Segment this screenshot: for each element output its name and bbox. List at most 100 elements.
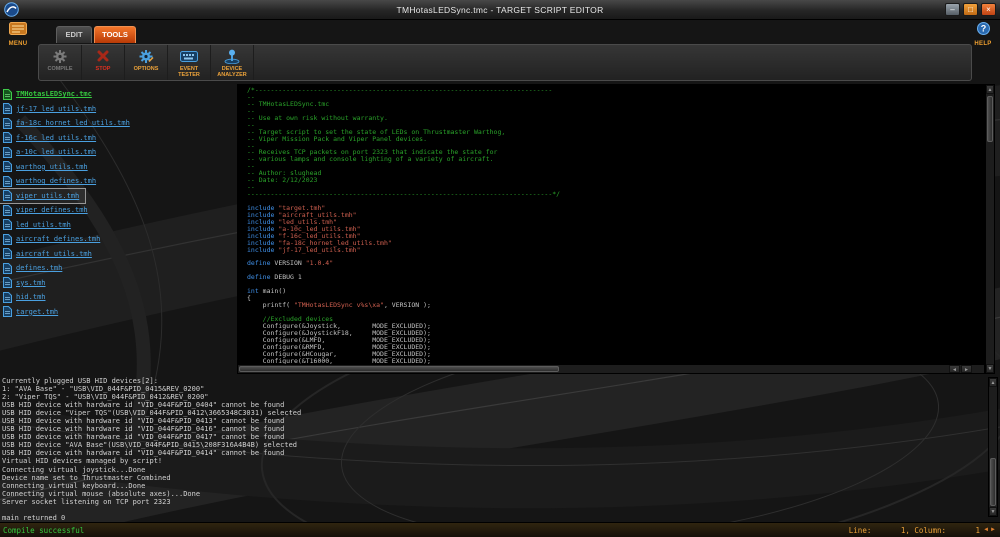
file-name: warthog_utils.tmh xyxy=(16,162,88,171)
editor-vertical-scrollbar[interactable]: ▲ ▼ xyxy=(985,84,995,374)
console-vertical-scrollbar[interactable]: ▲ ▼ xyxy=(988,377,998,517)
options-button[interactable]: OPTIONS xyxy=(125,45,168,80)
file-list-item[interactable]: viper_defines.tmh xyxy=(0,203,94,218)
console-line: 1: "AVA Base" - "USB\VID_044F&PID_0415&R… xyxy=(2,385,205,394)
file-name: TMHotasLEDSync.tmc xyxy=(16,90,92,99)
editor-vscroll-thumb[interactable] xyxy=(987,96,993,142)
file-name: f-16c_led_utils.tmh xyxy=(16,133,97,142)
code-line: printf( "TMHotasLEDSync v%s\xa", VERSION… xyxy=(247,301,431,310)
stop-button[interactable]: STOP xyxy=(82,45,125,80)
console-line: Server socket listening on TCP port 2323 xyxy=(2,497,171,506)
document-icon xyxy=(3,248,12,260)
console-output: Currently plugged USB HID devices[2]: 1: … xyxy=(0,375,986,522)
console-line: Device name set to Thrustmaster Combined xyxy=(2,473,171,482)
code-line: -- Author: slughead xyxy=(247,169,322,178)
file-list-item[interactable]: TMHotasLEDSync.tmc xyxy=(0,87,98,102)
tab-edit[interactable]: EDIT xyxy=(56,26,92,43)
file-name: sys.tmh xyxy=(16,278,46,287)
file-list-item[interactable]: led_utils.tmh xyxy=(0,218,77,233)
scroll-down-icon[interactable]: ▼ xyxy=(989,507,997,516)
event-tester-button[interactable]: EVENT TESTER xyxy=(168,45,211,80)
maximize-button[interactable]: □ xyxy=(963,3,978,16)
document-icon xyxy=(3,175,12,187)
options-label: OPTIONS xyxy=(133,66,159,72)
compile-button[interactable]: COMPILE xyxy=(39,45,82,80)
file-name: target.tmh xyxy=(16,307,59,316)
code-line: -- xyxy=(247,162,255,171)
help-icon: ? xyxy=(976,22,990,39)
status-bar: Compile successful Line: 1 , Column: 1 ◄… xyxy=(0,522,1000,537)
document-icon xyxy=(3,88,12,100)
code-line: -- various lamps and console lighting of… xyxy=(247,155,494,164)
file-list-item[interactable]: f-16c_led_utils.tmh xyxy=(0,131,102,146)
keyboard-icon xyxy=(180,48,198,64)
file-list-item[interactable]: viper_utils.tmh xyxy=(0,187,87,204)
help-button[interactable]: ? HELP xyxy=(969,22,997,47)
editor-hscroll-thumb[interactable] xyxy=(239,366,559,372)
code-editor[interactable]: /*--------------------------------------… xyxy=(237,84,985,364)
code-line: define VERSION "1.0.4" xyxy=(247,259,334,268)
code-line: -- Use at own risk without warranty. xyxy=(247,113,388,122)
code-line: include "jf-17_led_utils.tmh" xyxy=(247,245,361,254)
console-line: USB HID device with hardware id "VID_044… xyxy=(2,449,285,458)
document-icon xyxy=(3,306,12,318)
file-name: jf-17_led_utils.tmh xyxy=(16,104,97,113)
device-analyzer-button[interactable]: DEVICE ANALYZER xyxy=(211,45,254,80)
code-line: /*--------------------------------------… xyxy=(247,86,553,94)
tab-tools[interactable]: TOOLS xyxy=(94,26,136,43)
code-line: -- TMHotasLEDSync.tmc xyxy=(247,99,330,108)
file-list-item[interactable]: defines.tmh xyxy=(0,261,68,276)
document-icon xyxy=(3,219,12,231)
code-line: include "aircraft_utils.tmh" xyxy=(247,210,357,219)
code-line: ----------------------------------------… xyxy=(247,190,561,199)
file-list-item[interactable]: jf-17_led_utils.tmh xyxy=(0,102,102,117)
file-list-item[interactable]: warthog_utils.tmh xyxy=(0,160,94,175)
file-name: led_utils.tmh xyxy=(16,220,71,229)
editor-horizontal-scrollbar[interactable]: ◄ ► xyxy=(237,364,985,374)
scroll-right-icon[interactable]: ► xyxy=(961,365,972,373)
file-list-item[interactable]: warthog_defines.tmh xyxy=(0,174,102,189)
scroll-down-icon[interactable]: ▼ xyxy=(986,364,994,373)
file-list-item[interactable]: a-10c_led_utils.tmh xyxy=(0,145,102,160)
options-gear-icon xyxy=(138,48,154,64)
file-list-item[interactable]: aircraft_utils.tmh xyxy=(0,247,98,262)
code-area: /*--------------------------------------… xyxy=(247,87,985,364)
close-button[interactable]: × xyxy=(981,3,996,16)
help-label: HELP xyxy=(974,41,992,47)
file-name: viper_utils.tmh xyxy=(16,191,80,200)
file-name: aircraft_defines.tmh xyxy=(16,235,101,244)
minimize-button[interactable]: – xyxy=(945,3,960,16)
file-list-item[interactable]: sys.tmh xyxy=(0,276,52,291)
compile-label: COMPILE xyxy=(47,66,73,72)
code-line: -- Viper Mission Pack and Viper Panel de… xyxy=(247,134,428,143)
document-icon xyxy=(3,233,12,245)
code-line: -- Date: 2/12/2023 xyxy=(247,176,318,185)
menu-button[interactable]: MENU xyxy=(3,22,33,47)
file-name: defines.tmh xyxy=(16,264,63,273)
file-list-item[interactable]: target.tmh xyxy=(0,305,64,320)
code-line: -- xyxy=(247,92,255,101)
column-label: , Column: xyxy=(905,525,946,535)
scroll-left-icon[interactable]: ◄ xyxy=(949,365,960,373)
console-line: Connecting virtual keyboard...Done xyxy=(2,481,146,490)
file-list-item[interactable]: fa-18c_hornet_led_utils.tmh xyxy=(0,116,136,131)
console-line: 2: "Viper TQS" - "USB\VID_044F&PID_0412&… xyxy=(2,393,209,402)
file-list-item[interactable]: hid.tmh xyxy=(0,290,52,305)
document-icon xyxy=(3,291,12,303)
scroll-up-icon[interactable]: ▲ xyxy=(989,378,997,387)
document-icon xyxy=(3,117,12,129)
console-vscroll-thumb[interactable] xyxy=(990,458,996,506)
compile-status: Compile successful xyxy=(3,525,85,535)
scroll-up-icon[interactable]: ▲ xyxy=(986,85,994,94)
code-line: define DEBUG 1 xyxy=(247,273,302,282)
resize-grip-icon[interactable]: ◄► xyxy=(983,527,997,533)
document-icon xyxy=(3,146,12,158)
console-line: Connecting virtual joystick...Done xyxy=(2,465,146,474)
file-list-item[interactable]: aircraft_defines.tmh xyxy=(0,232,106,247)
stop-label: STOP xyxy=(95,66,111,72)
console-line: USB HID device with hardware id "VID_044… xyxy=(2,417,285,426)
